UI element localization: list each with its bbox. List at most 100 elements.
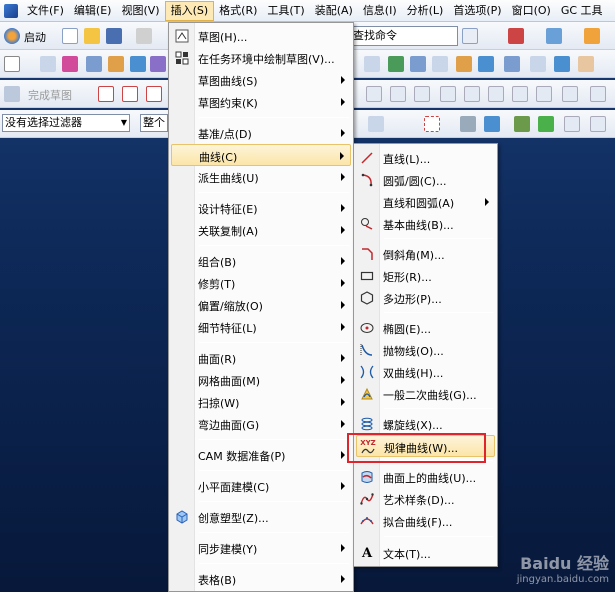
type-filter-select[interactable]: 没有选择过滤器 ▼ <box>2 114 130 132</box>
feature-tool-icon[interactable] <box>40 56 56 72</box>
new-file-icon[interactable] <box>62 28 78 44</box>
selection-tool-icon[interactable] <box>484 116 500 132</box>
search-icon[interactable] <box>462 28 478 44</box>
constraint-icon[interactable] <box>390 86 406 102</box>
start-label[interactable]: 启动 <box>24 29 46 45</box>
feature-tool-icon[interactable] <box>86 56 102 72</box>
menu-item-cam-data-prep[interactable]: CAM 数据准备(P) <box>171 444 351 466</box>
menu-format[interactable]: 格式(R) <box>214 1 262 21</box>
surface-tool-icon[interactable] <box>530 56 546 72</box>
menu-item-synchronous-modeling[interactable]: 同步建模(Y) <box>171 537 351 559</box>
line-icon[interactable] <box>122 86 138 102</box>
surface-tool-icon[interactable] <box>432 56 448 72</box>
calendar-icon[interactable] <box>508 28 524 44</box>
view-orient-icon[interactable] <box>546 28 562 44</box>
render-style-icon[interactable] <box>584 28 600 44</box>
menu-item-helix[interactable]: 螺旋线(X)... <box>356 413 495 435</box>
menu-item-fit-curve[interactable]: 拟合曲线(F)... <box>356 510 495 532</box>
menu-item-rectangle[interactable]: 矩形(R)... <box>356 265 495 287</box>
surface-tool-icon[interactable] <box>364 56 380 72</box>
menu-gc-toolkit[interactable]: GC 工具 <box>556 1 608 21</box>
snap-tool-icon[interactable] <box>538 116 554 132</box>
menu-item-sketch[interactable]: 草图(H)... <box>171 25 351 47</box>
menu-tools[interactable]: 工具(T) <box>262 1 309 21</box>
profile-icon[interactable] <box>98 86 114 102</box>
menu-item-text[interactable]: A 文本(T)... <box>356 542 495 564</box>
snap-tool-icon[interactable] <box>590 116 606 132</box>
menu-item-studio-spline[interactable]: 艺术样条(D)... <box>356 488 495 510</box>
constraint-icon[interactable] <box>464 86 480 102</box>
constraint-icon[interactable] <box>562 86 578 102</box>
menu-item-surface[interactable]: 曲面(R) <box>171 347 351 369</box>
menu-edit[interactable]: 编辑(E) <box>69 1 117 21</box>
menu-item-parabola[interactable]: 抛物线(O)... <box>356 339 495 361</box>
menu-item-creative-modeling[interactable]: 创意塑型(Z)... <box>171 506 351 528</box>
menu-item-curve[interactable]: 曲线(C) <box>171 144 351 166</box>
start-icon[interactable] <box>4 28 20 44</box>
feature-tool-icon[interactable] <box>62 56 78 72</box>
menu-item-line-and-arc[interactable]: 直线和圆弧(A) <box>356 191 495 213</box>
menu-item-general-conic[interactable]: 一般二次曲线(G)... <box>356 383 495 405</box>
snap-point-icon[interactable] <box>368 116 384 132</box>
constraint-icon[interactable] <box>414 86 430 102</box>
surface-tool-icon[interactable] <box>410 56 426 72</box>
menu-item-facet-modeling[interactable]: 小平面建模(C) <box>171 475 351 497</box>
menu-item-detail-feature[interactable]: 细节特征(L) <box>171 316 351 338</box>
menu-item-sketch-in-task[interactable]: 在任务环境中绘制草图(V)... <box>171 47 351 69</box>
snap-tool-icon[interactable] <box>564 116 580 132</box>
menu-item-combine[interactable]: 组合(B) <box>171 250 351 272</box>
menu-item-curve-on-surface[interactable]: 曲面上的曲线(U)... <box>356 466 495 488</box>
open-folder-icon[interactable] <box>84 28 100 44</box>
menu-insert[interactable]: 插入(S) <box>164 0 215 21</box>
constraint-icon[interactable] <box>590 86 606 102</box>
menu-analysis[interactable]: 分析(L) <box>402 1 449 21</box>
menu-item-offset-scale[interactable]: 偏置/缩放(O) <box>171 294 351 316</box>
menu-item-mesh-surface[interactable]: 网格曲面(M) <box>171 369 351 391</box>
save-icon[interactable] <box>106 28 122 44</box>
arc-icon[interactable] <box>146 86 162 102</box>
menu-item-table[interactable]: 表格(B) <box>171 568 351 590</box>
menu-item-arc-circle[interactable]: 圆弧/圆(C)... <box>356 169 495 191</box>
surface-tool-icon[interactable] <box>478 56 494 72</box>
constraint-icon[interactable] <box>536 86 552 102</box>
menu-window[interactable]: 窗口(O) <box>507 1 556 21</box>
cut-icon[interactable] <box>136 28 152 44</box>
feature-tool-icon[interactable] <box>130 56 146 72</box>
menu-item-sketch-constraint[interactable]: 草图约束(K) <box>171 91 351 113</box>
constraint-icon[interactable] <box>440 86 456 102</box>
menu-view[interactable]: 视图(V) <box>116 1 164 21</box>
constraint-icon[interactable] <box>488 86 504 102</box>
surface-tool-icon[interactable] <box>554 56 570 72</box>
menu-preferences[interactable]: 首选项(P) <box>448 1 506 21</box>
constraint-icon[interactable] <box>366 86 382 102</box>
menu-file[interactable]: 文件(F) <box>22 1 69 21</box>
snap-tool-icon[interactable] <box>514 116 530 132</box>
menu-item-sweep[interactable]: 扫掠(W) <box>171 391 351 413</box>
menu-item-derived-curve[interactable]: 派生曲线(U) <box>171 166 351 188</box>
command-finder-input[interactable]: 查找命令 <box>350 26 458 46</box>
menu-item-basic-curve[interactable]: 基本曲线(B)... <box>356 213 495 235</box>
menu-item-line[interactable]: 直线(L)... <box>356 147 495 169</box>
surface-tool-icon[interactable] <box>578 56 594 72</box>
menu-item-sketch-curve[interactable]: 草图曲线(S) <box>171 69 351 91</box>
selection-scope-select[interactable]: 整个 <box>140 114 168 132</box>
menu-item-datum-point[interactable]: 基准/点(D) <box>171 122 351 144</box>
menu-item-polygon[interactable]: 多边形(P)... <box>356 287 495 309</box>
rectangle-tool-icon[interactable] <box>4 56 20 72</box>
menu-assembly[interactable]: 装配(A) <box>310 1 358 21</box>
menu-item-flange-surface[interactable]: 弯边曲面(G) <box>171 413 351 435</box>
feature-tool-icon[interactable] <box>108 56 124 72</box>
menu-item-associative-copy[interactable]: 关联复制(A) <box>171 219 351 241</box>
rectangle-select-icon[interactable] <box>424 116 440 132</box>
selection-tool-icon[interactable] <box>460 116 476 132</box>
menu-item-chamfer[interactable]: 倒斜角(M)... <box>356 243 495 265</box>
constraint-icon[interactable] <box>512 86 528 102</box>
menu-information[interactable]: 信息(I) <box>358 1 402 21</box>
surface-tool-icon[interactable] <box>388 56 404 72</box>
surface-tool-icon[interactable] <box>456 56 472 72</box>
surface-tool-icon[interactable] <box>504 56 520 72</box>
feature-tool-icon[interactable] <box>150 56 166 72</box>
menu-item-ellipse[interactable]: 椭圆(E)... <box>356 317 495 339</box>
menu-item-trim[interactable]: 修剪(T) <box>171 272 351 294</box>
menu-item-hyperbola[interactable]: 双曲线(H)... <box>356 361 495 383</box>
